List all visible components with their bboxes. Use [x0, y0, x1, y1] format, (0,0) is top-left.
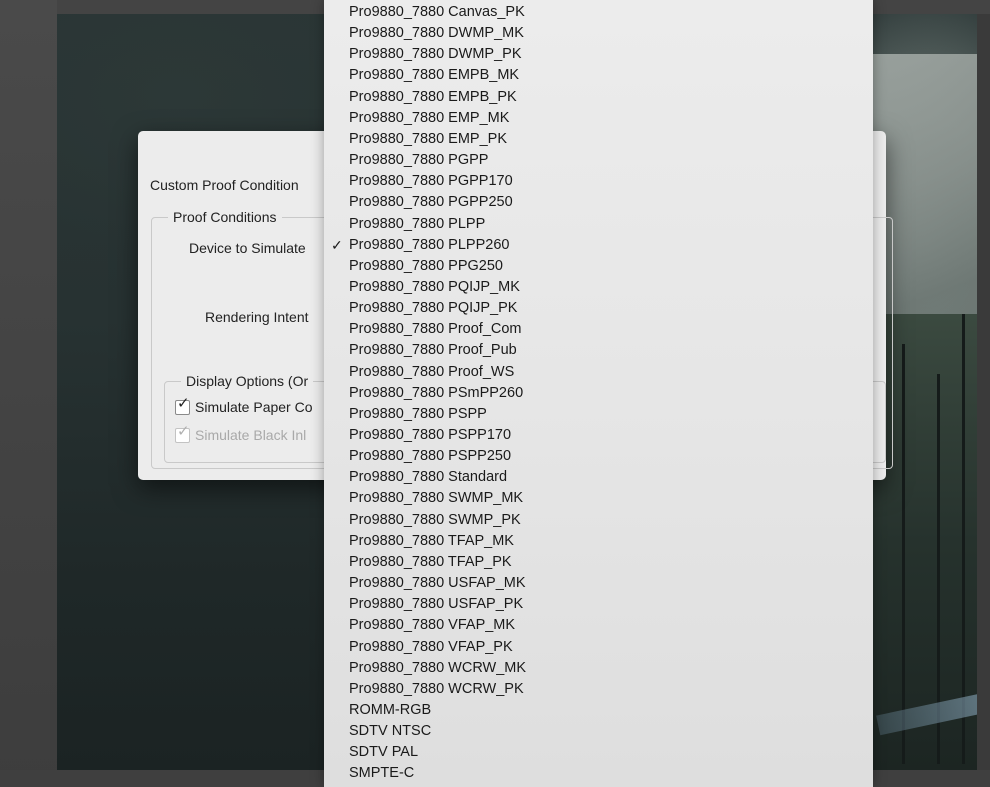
menu-item[interactable]: Pro9880_7880 DWMP_MK — [349, 23, 524, 44]
custom-proof-condition-label: Custom Proof Condition — [150, 177, 299, 193]
menu-item[interactable]: Pro9880_7880 PGPP250 — [349, 192, 513, 213]
menu-item[interactable]: Pro9880_7880 PQIJP_PK — [349, 298, 517, 319]
menu-item[interactable]: SDTV PAL — [349, 742, 418, 763]
menu-item[interactable]: Pro9880_7880 Proof_Com — [349, 319, 522, 340]
menu-item[interactable]: Pro9880_7880 EMPB_PK — [349, 87, 517, 108]
simulate-paper-label: Simulate Paper Co — [195, 399, 313, 415]
menu-item[interactable]: Pro9880_7880 VFAP_PK — [349, 637, 513, 658]
menu-item[interactable]: Pro9880_7880 TFAP_MK — [349, 531, 514, 552]
menu-item[interactable]: Pro9880_7880 SWMP_MK — [349, 488, 523, 509]
menu-item[interactable]: Pro9880_7880 Canvas_PK — [349, 2, 525, 23]
menu-item[interactable]: Pro9880_7880 WCRW_PK — [349, 679, 524, 700]
menu-item[interactable]: Pro9880_7880 TFAP_PK — [349, 552, 512, 573]
menu-item[interactable]: Pro9880_7880 PQIJP_MK — [349, 277, 520, 298]
checkmark-icon: ✓ — [177, 394, 190, 412]
menu-item[interactable]: Pro9880_7880 PGPP — [349, 150, 488, 171]
menu-item[interactable]: Pro9880_7880 PGPP170 — [349, 171, 513, 192]
device-to-simulate-label: Device to Simulate — [189, 240, 306, 256]
menu-item[interactable]: Pro9880_7880 WCRW_MK — [349, 658, 526, 679]
checkmark-icon: ✓ — [177, 422, 190, 440]
display-options-title: Display Options (Or — [181, 373, 314, 389]
menu-item[interactable]: Pro9880_7880 PSPP — [349, 404, 487, 425]
checkbox-box: ✓ — [175, 396, 190, 415]
simulate-paper-checkbox[interactable]: ✓ Simulate Paper Co — [175, 396, 313, 415]
simulate-black-ink-label: Simulate Black Inl — [195, 427, 307, 443]
photo-tree — [902, 344, 905, 764]
menu-item[interactable]: SMPTE-C — [349, 763, 414, 784]
menu-item[interactable]: Pro9880_7880 DWMP_PK — [349, 44, 522, 65]
menu-item[interactable]: Pro9880_7880 Proof_WS — [349, 362, 514, 383]
checkmark-icon: ✓ — [331, 236, 343, 253]
menu-item[interactable]: Pro9880_7880 PSmPP260 — [349, 383, 523, 404]
menu-item[interactable]: Pro9880_7880 PLPP — [349, 214, 485, 235]
menu-item[interactable]: Pro9880_7880 USFAP_MK — [349, 573, 526, 594]
menu-item[interactable]: Pro9880_7880 Standard — [349, 467, 507, 488]
simulate-black-ink-checkbox: ✓ Simulate Black Inl — [175, 424, 307, 443]
menu-item[interactable]: Pro9880_7880 PSPP250 — [349, 446, 511, 467]
proof-conditions-title: Proof Conditions — [168, 209, 282, 225]
menu-item[interactable]: SDTV NTSC — [349, 721, 431, 742]
menu-item[interactable]: Pro9880_7880 EMP_MK — [349, 108, 509, 129]
menu-item[interactable]: Pro9880_7880 USFAP_PK — [349, 594, 523, 615]
menu-item[interactable]: Pro9880_7880 Proof_Pub — [349, 340, 517, 361]
menu-item[interactable]: Pro9880_7880 VFAP_MK — [349, 615, 515, 636]
app-left-panel — [0, 0, 57, 787]
menu-item[interactable]: Pro9880_7880 EMPB_MK — [349, 65, 519, 86]
menu-item[interactable]: Pro9880_7880 PLPP260 — [349, 235, 509, 256]
menu-item[interactable]: ROMM-RGB — [349, 700, 431, 721]
menu-item[interactable]: Pro9880_7880 PSPP170 — [349, 425, 511, 446]
rendering-intent-label: Rendering Intent — [205, 309, 309, 325]
checkbox-box: ✓ — [175, 424, 190, 443]
menu-item[interactable]: Pro9880_7880 PPG250 — [349, 256, 503, 277]
menu-item[interactable]: Pro9880_7880 SWMP_PK — [349, 510, 521, 531]
menu-item[interactable]: Pro9880_7880 EMP_PK — [349, 129, 507, 150]
device-to-simulate-menu: Pro9880_7880 Canvas_PK Pro9880_7880 DWMP_… — [324, 0, 873, 787]
